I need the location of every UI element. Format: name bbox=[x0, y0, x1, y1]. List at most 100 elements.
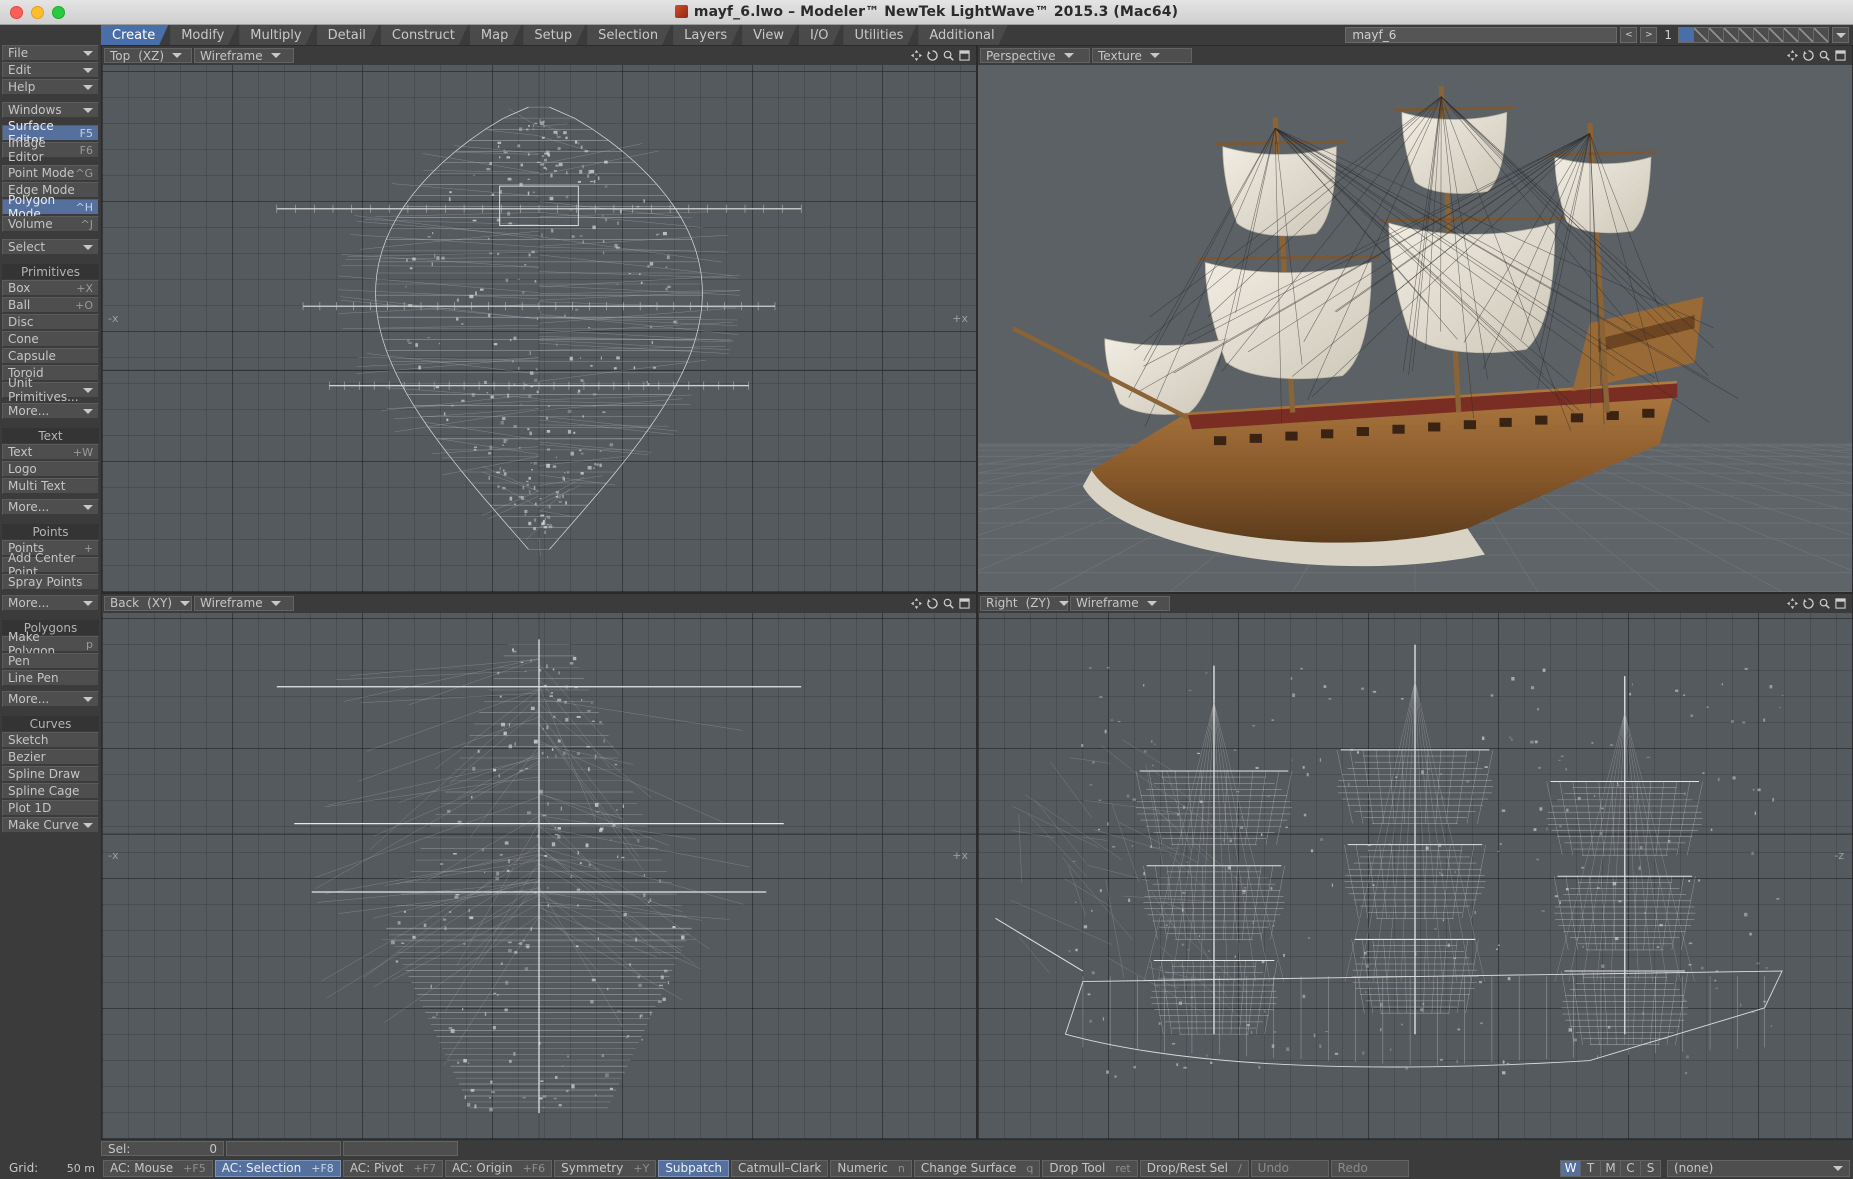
viewport-view-selector[interactable]: Perspective bbox=[980, 48, 1090, 63]
status-button-redo[interactable]: Redo bbox=[1330, 1159, 1409, 1177]
move-icon[interactable] bbox=[910, 597, 923, 610]
viewport-render-selector[interactable]: Texture bbox=[1092, 48, 1192, 63]
sidebar-item-spline-draw[interactable]: Spline Draw bbox=[2, 766, 99, 782]
move-icon[interactable] bbox=[1786, 49, 1799, 62]
menu-tab-layers[interactable]: Layers bbox=[673, 25, 740, 45]
sidebar-menu-select[interactable]: Select bbox=[2, 239, 99, 255]
layer-cell-7[interactable] bbox=[1768, 27, 1784, 43]
layer-cell-3[interactable] bbox=[1708, 27, 1724, 43]
menu-tab-detail[interactable]: Detail bbox=[317, 25, 379, 45]
menu-tab-i-o[interactable]: I/O bbox=[799, 25, 841, 45]
menu-tab-additional[interactable]: Additional bbox=[918, 25, 1007, 45]
zoom-icon[interactable] bbox=[942, 597, 955, 610]
layer-cell-6[interactable] bbox=[1753, 27, 1769, 43]
sidebar-item-bezier[interactable]: Bezier bbox=[2, 749, 99, 765]
sidebar-item-ball[interactable]: Ball +O bbox=[2, 297, 99, 313]
menu-tab-selection[interactable]: Selection bbox=[587, 25, 671, 45]
viewport-icon-group[interactable] bbox=[1786, 597, 1850, 610]
menu-tab-strip[interactable]: Create Modify Multiply Detail Construct Map Se… bbox=[101, 25, 1346, 45]
viewport-canvas-back[interactable]: -x +x bbox=[102, 612, 976, 1139]
sidebar-item-spline-cage[interactable]: Spline Cage bbox=[2, 783, 99, 799]
sidebar-item-volume[interactable]: Volume ^J bbox=[2, 216, 99, 232]
menu-tab-modify[interactable]: Modify bbox=[170, 25, 237, 45]
menu-tab-map[interactable]: Map bbox=[470, 25, 521, 45]
maximize-icon[interactable] bbox=[958, 49, 971, 62]
menu-tab-construct[interactable]: Construct bbox=[381, 25, 468, 45]
viewport-render-selector[interactable]: Wireframe bbox=[194, 48, 294, 63]
status-button-ac-origin[interactable]: AC: Origin +F6 bbox=[445, 1159, 553, 1177]
viewport-canvas-top[interactable]: -x +x bbox=[102, 65, 976, 592]
display-mode-t[interactable]: T bbox=[1580, 1159, 1601, 1177]
status-button-group[interactable]: AC: Mouse +F5 AC: Selection +F8 AC: Pivot +F7… bbox=[103, 1159, 1409, 1177]
sidebar-menu-edit[interactable]: Edit bbox=[2, 62, 99, 78]
sidebar-item-sketch[interactable]: Sketch bbox=[2, 732, 99, 748]
move-icon[interactable] bbox=[1786, 597, 1799, 610]
sidebar-item-add-center-point[interactable]: Add Center Point bbox=[2, 551, 99, 579]
rotate-icon[interactable] bbox=[926, 597, 939, 610]
display-mode-w[interactable]: W bbox=[1560, 1159, 1581, 1177]
layer-bank-dropdown[interactable] bbox=[1832, 27, 1849, 43]
sidebar-item-polygon-mode[interactable]: Polygon Mode ^H bbox=[2, 193, 99, 221]
sidebar-dropdown-text-more-[interactable]: More... bbox=[2, 499, 99, 515]
layer-cell-4[interactable] bbox=[1723, 27, 1739, 43]
zoom-icon[interactable] bbox=[1818, 49, 1831, 62]
zoom-icon[interactable] bbox=[942, 49, 955, 62]
status-bar[interactable]: Grid: 50 m AC: Mouse +F5 AC: Selection +F8 A… bbox=[0, 1157, 1853, 1179]
viewport-icon-group[interactable] bbox=[1786, 49, 1850, 62]
rotate-icon[interactable] bbox=[1802, 49, 1815, 62]
surface-selector[interactable]: (none) bbox=[1667, 1159, 1850, 1177]
layer-bank[interactable]: mayf_6 < > 1 bbox=[1345, 25, 1853, 45]
sidebar-item-cone[interactable]: Cone bbox=[2, 331, 99, 347]
viewport-right[interactable]: Right (ZY) Wireframe -z bbox=[977, 592, 1853, 1140]
display-mode-toggles[interactable]: WTMCS bbox=[1560, 1159, 1661, 1177]
maximize-icon[interactable] bbox=[1834, 597, 1847, 610]
display-mode-m[interactable]: M bbox=[1600, 1159, 1621, 1177]
sidebar-dropdown-points-more-[interactable]: More... bbox=[2, 595, 99, 611]
status-button-undo[interactable]: Undo bbox=[1250, 1159, 1329, 1177]
viewport-icon-group[interactable] bbox=[910, 49, 974, 62]
maximize-icon[interactable] bbox=[958, 597, 971, 610]
status-button-symmetry[interactable]: Symmetry +Y bbox=[554, 1159, 657, 1177]
sidebar-menu-file[interactable]: File bbox=[2, 45, 99, 61]
layer-prev-button[interactable]: < bbox=[1620, 27, 1638, 43]
viewport-canvas-right[interactable]: -z bbox=[978, 612, 1852, 1139]
sidebar-menu-windows[interactable]: Windows bbox=[2, 102, 99, 118]
sidebar-item-make-polygon[interactable]: Make Polygon p bbox=[2, 630, 99, 658]
sidebar-item-image-editor[interactable]: Image Editor F6 bbox=[2, 136, 99, 164]
status-button-change-surface[interactable]: Change Surface q bbox=[913, 1159, 1041, 1177]
menu-tab-utilities[interactable]: Utilities bbox=[843, 25, 916, 45]
rotate-icon[interactable] bbox=[926, 49, 939, 62]
close-button[interactable] bbox=[10, 5, 23, 19]
viewport-render-selector[interactable]: Wireframe bbox=[1070, 595, 1170, 611]
viewport-back[interactable]: Back (XY) Wireframe -x +x bbox=[101, 592, 977, 1140]
menu-tab-create[interactable]: Create bbox=[101, 25, 168, 45]
sidebar-item-capsule[interactable]: Capsule bbox=[2, 348, 99, 364]
sidebar-item-spray-points[interactable]: Spray Points bbox=[2, 574, 99, 590]
sidebar-item-line-pen[interactable]: Line Pen bbox=[2, 670, 99, 686]
viewport-view-selector[interactable]: Back (XY) bbox=[104, 595, 192, 611]
move-icon[interactable] bbox=[910, 49, 923, 62]
viewport-view-selector[interactable]: Right (ZY) bbox=[980, 595, 1069, 611]
viewport-icon-group[interactable] bbox=[910, 597, 974, 610]
sidebar-dropdown-primitives-unit-primitives-[interactable]: Unit Primitives... bbox=[2, 376, 99, 404]
status-button-catmull-clark[interactable]: Catmull–Clark bbox=[731, 1159, 829, 1177]
sidebar-item-plot-1d[interactable]: Plot 1D bbox=[2, 800, 99, 816]
viewport-perspective[interactable]: Perspective Texture bbox=[977, 45, 1853, 593]
rotate-icon[interactable] bbox=[1802, 597, 1815, 610]
sidebar-menu-help[interactable]: Help bbox=[2, 79, 99, 95]
viewport-view-selector[interactable]: Top (XZ) bbox=[104, 48, 192, 63]
layer-cell-1[interactable] bbox=[1678, 27, 1694, 43]
sidebar-item-disc[interactable]: Disc bbox=[2, 314, 99, 330]
layer-cell-2[interactable] bbox=[1693, 27, 1709, 43]
sidebar-dropdown-primitives-more-[interactable]: More... bbox=[2, 403, 99, 419]
status-button-ac-selection[interactable]: AC: Selection +F8 bbox=[214, 1159, 341, 1177]
menu-tab-setup[interactable]: Setup bbox=[523, 25, 585, 45]
window-controls[interactable] bbox=[0, 5, 65, 19]
minimize-button[interactable] bbox=[31, 5, 44, 19]
sidebar-item-logo[interactable]: Logo bbox=[2, 461, 99, 477]
viewport-render-selector[interactable]: Wireframe bbox=[194, 595, 294, 611]
sidebar-dropdown-polygons-more-[interactable]: More... bbox=[2, 691, 99, 707]
layer-cells[interactable] bbox=[1678, 27, 1829, 43]
menu-tab-view[interactable]: View bbox=[742, 25, 797, 45]
status-button-ac-mouse[interactable]: AC: Mouse +F5 bbox=[103, 1159, 213, 1177]
